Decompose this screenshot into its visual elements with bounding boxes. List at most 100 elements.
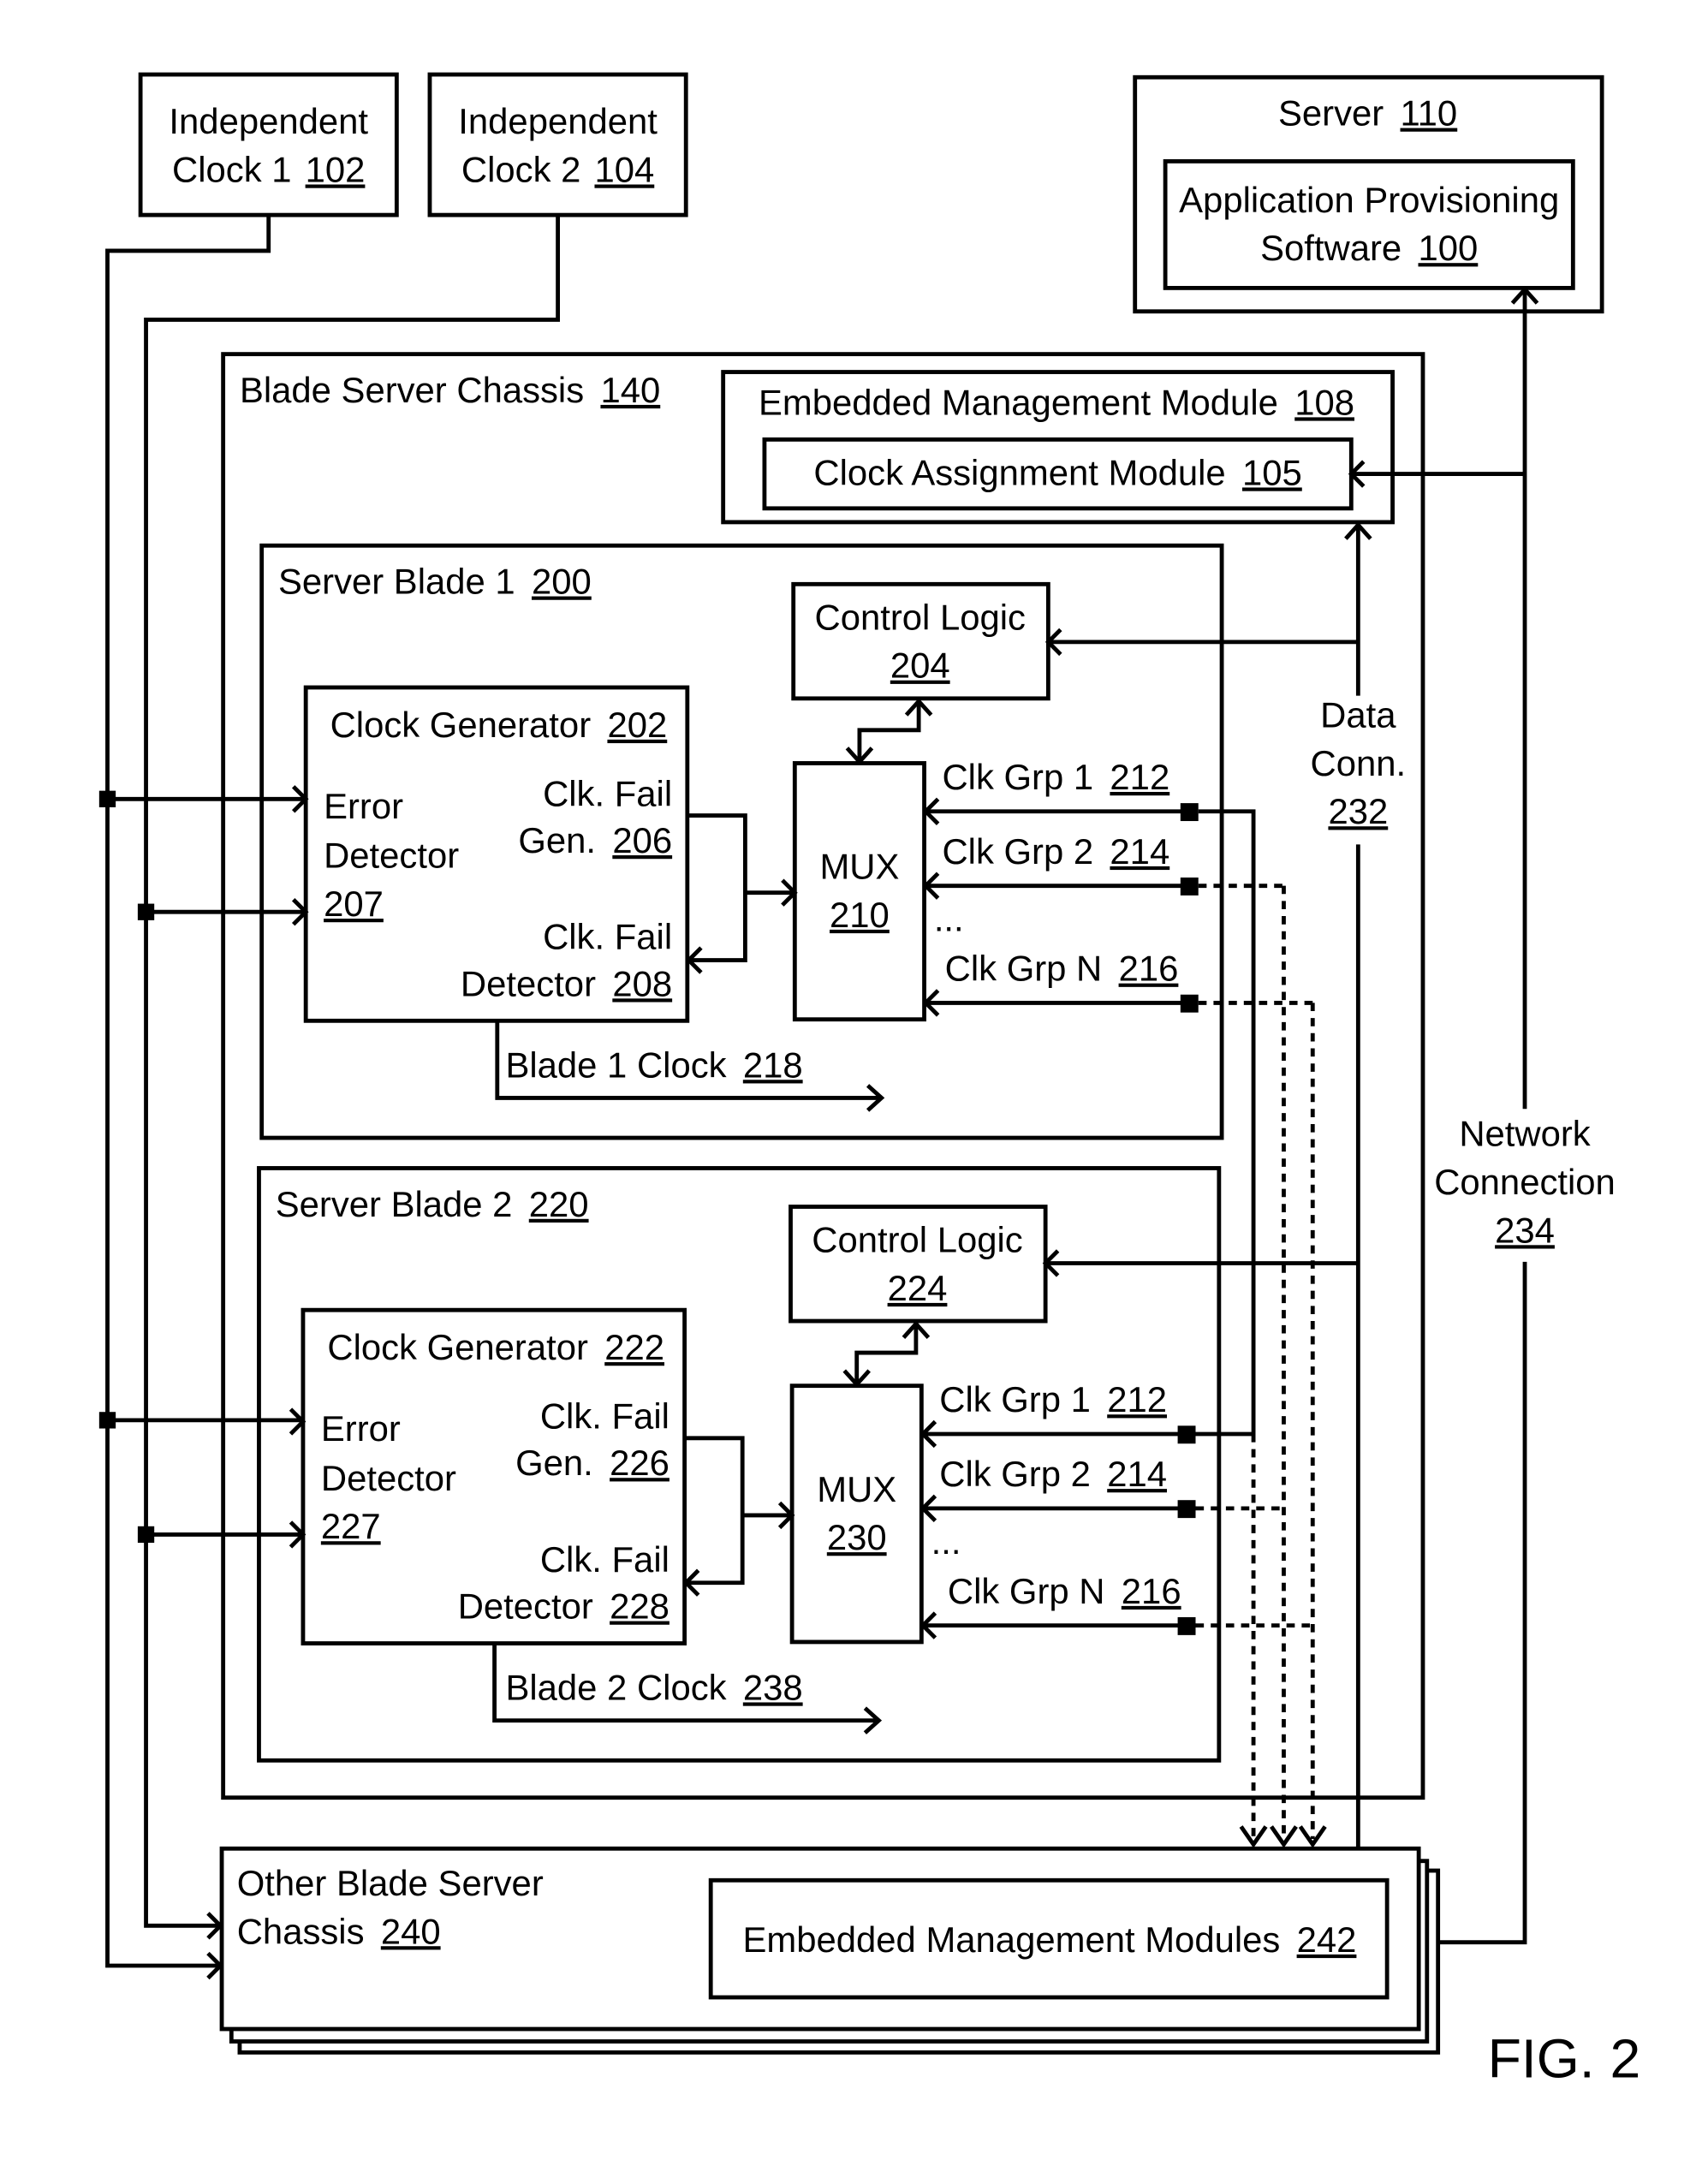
svg-text:Blade 1 Clock218: Blade 1 Clock 218 xyxy=(505,1044,802,1085)
ic2-ref: 104 xyxy=(594,150,654,190)
data-conn-ref: 232 xyxy=(1328,791,1388,831)
fg1-ref: 206 xyxy=(612,820,672,860)
svg-text:Clk Grp N216: Clk Grp N 216 xyxy=(945,949,1179,989)
cg2-ref: 222 xyxy=(604,1327,664,1367)
svg-text:Clock 1102: Clock 1 102 xyxy=(172,150,365,190)
cg1-grp1-ref: 212 xyxy=(1110,757,1169,797)
chassis-label: Blade Server Chassis xyxy=(240,370,584,410)
ic2-line2: Clock 2 xyxy=(461,150,580,190)
cam-label: Clock Assignment Module xyxy=(813,452,1225,492)
cg1-grp1-label: Clk Grp 1 xyxy=(942,757,1093,797)
cg2-grp2-ref: 214 xyxy=(1107,1454,1167,1494)
ed2-line1: Error xyxy=(321,1408,401,1449)
svg-text:Chassis240: Chassis 240 xyxy=(237,1911,441,1951)
aps-line2: Software xyxy=(1260,228,1402,268)
fd1-line2: Detector xyxy=(461,963,596,1003)
ed1-line2: Detector xyxy=(324,836,459,876)
data-conn-line2: Conn. xyxy=(1311,743,1407,783)
clk-grp-ellipsis: ... xyxy=(934,899,964,939)
mux-210: MUX 210 xyxy=(792,761,926,1022)
grp1-junction xyxy=(1177,1425,1196,1444)
grp1-junction xyxy=(1180,803,1199,822)
control-logic-204: Control Logic 204 xyxy=(791,581,1050,701)
svg-text:Gen.226: Gen. 226 xyxy=(515,1443,670,1483)
fd2-line2: Detector xyxy=(458,1586,593,1627)
emms-label: Embedded Management Modules xyxy=(743,1919,1281,1960)
ic1-line1: Independent xyxy=(169,101,368,141)
other-chassis-line2: Chassis xyxy=(237,1911,365,1951)
fd2-line1: Clk. Fail xyxy=(540,1539,670,1580)
control-logic-224: Control Logic 224 xyxy=(789,1205,1048,1324)
svg-text:Clock Generator202: Clock Generator 202 xyxy=(330,705,668,745)
cam-ref: 105 xyxy=(1242,452,1302,492)
clock1-junction-blade2 xyxy=(98,1412,116,1429)
fg1-line1: Clk. Fail xyxy=(543,773,672,813)
svg-text:Embedded Management Module108: Embedded Management Module 108 xyxy=(759,382,1354,422)
svg-text:Blade 2 Clock238: Blade 2 Clock 238 xyxy=(505,1667,802,1707)
clock2-junction-blade1 xyxy=(137,903,155,920)
other-chassis-input-arrowheads xyxy=(206,1912,223,1980)
grp2-junction xyxy=(1177,1500,1196,1519)
other-chassis-ref: 240 xyxy=(381,1911,441,1951)
data-conn-line1: Data xyxy=(1320,695,1396,735)
application-provisioning-software: Application Provisioning Software 100 xyxy=(1163,158,1575,290)
svg-text:Clock 2104: Clock 2 104 xyxy=(461,150,654,190)
ed1-ref: 207 xyxy=(324,884,384,924)
blade2-ref: 220 xyxy=(529,1184,589,1224)
bc2-label: Blade 2 Clock xyxy=(505,1667,726,1707)
emms-ref: 242 xyxy=(1297,1919,1357,1960)
clock-assignment-module: Clock Assignment Module 105 xyxy=(762,437,1354,511)
mux-230: MUX 230 xyxy=(789,1383,924,1645)
fg2-line1: Clk. Fail xyxy=(540,1396,670,1437)
cg2-grpn-label: Clk Grp N xyxy=(948,1571,1105,1611)
figure-label: FIG. 2 xyxy=(1488,2027,1641,2089)
server-box: Server 110 Application Provisioning Softw… xyxy=(1133,74,1604,314)
grpn-junction xyxy=(1180,994,1199,1013)
chassis-ref: 140 xyxy=(600,370,660,410)
svg-text:Clk Grp 2214: Clk Grp 2 214 xyxy=(942,831,1169,872)
server-ref: 110 xyxy=(1401,93,1458,134)
ic1-ref: 102 xyxy=(306,150,366,190)
ed2-line2: Detector xyxy=(321,1458,456,1498)
svg-text:Server110: Server 110 xyxy=(1278,93,1457,134)
cg1-grp2-ref: 214 xyxy=(1110,831,1169,872)
bc2-ref: 238 xyxy=(743,1667,803,1707)
fg1-line2: Gen. xyxy=(518,820,596,860)
independent-clock-2: Independent Clock 2 104 xyxy=(427,72,688,217)
svg-text:Server Blade 2220: Server Blade 2 220 xyxy=(276,1184,589,1224)
cl1-label: Control Logic xyxy=(814,597,1025,637)
bc1-ref: 218 xyxy=(743,1044,803,1085)
aps-ref: 100 xyxy=(1419,228,1479,268)
clk-grp-ellipsis-2: ... xyxy=(931,1521,961,1562)
cg1-label: Clock Generator xyxy=(330,705,592,745)
emm-label: Embedded Management Module xyxy=(759,382,1278,422)
cl1-ref: 204 xyxy=(890,646,950,686)
cl2-ref: 224 xyxy=(888,1268,948,1308)
cg2-grp1-label: Clk Grp 1 xyxy=(939,1379,1091,1419)
server-blade-2: Server Blade 2 220 Control Logic 224 Cloc… xyxy=(257,1166,1313,1763)
embedded-management-modules: Embedded Management Modules 242 xyxy=(708,1877,1390,2000)
emm-ref: 108 xyxy=(1294,382,1354,422)
aps-line1: Application Provisioning xyxy=(1179,180,1559,220)
bc1-label: Blade 1 Clock xyxy=(505,1044,726,1085)
cg2-label: Clock Generator xyxy=(327,1327,588,1367)
svg-text:Server Blade 1200: Server Blade 1 200 xyxy=(278,562,592,602)
network-conn-ref: 234 xyxy=(1495,1210,1555,1250)
ic1-line2: Clock 1 xyxy=(172,150,291,190)
cg2-grp1-ref: 212 xyxy=(1107,1379,1167,1419)
mux2-ref: 230 xyxy=(827,1517,887,1557)
ed2-ref: 227 xyxy=(321,1506,381,1546)
grp2-junction xyxy=(1180,877,1199,896)
svg-text:Clock Generator222: Clock Generator 222 xyxy=(327,1327,664,1367)
svg-text:Detector208: Detector 208 xyxy=(461,963,672,1003)
fd2-ref: 228 xyxy=(610,1586,670,1627)
clock-generator-222: Clock Generator 222 Error Detector 227 Cl… xyxy=(301,1307,687,1645)
fg2-line2: Gen. xyxy=(515,1443,593,1483)
svg-text:Software100: Software 100 xyxy=(1260,228,1478,268)
fig2-diagram: Independent Clock 1 102 Independent Clock… xyxy=(98,72,1641,2089)
network-conn-line1: Network xyxy=(1459,1114,1590,1154)
svg-text:Gen.206: Gen. 206 xyxy=(518,820,672,860)
cg1-ref: 202 xyxy=(607,705,667,745)
cg1-grp2-label: Clk Grp 2 xyxy=(942,831,1093,872)
ed1-line1: Error xyxy=(324,786,403,826)
